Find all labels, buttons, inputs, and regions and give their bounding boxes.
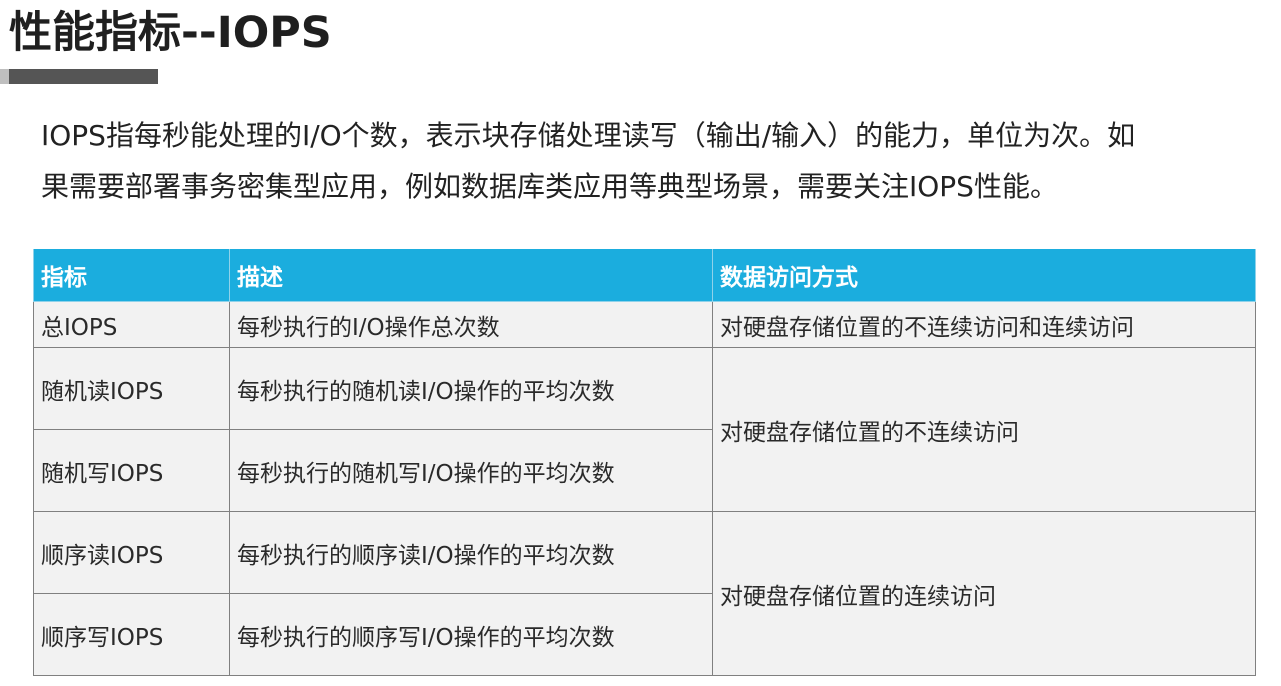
slide-title: 性能指标--IOPS — [9, 8, 332, 58]
description-cell: 每秒执行的随机写I/O操作的平均次数 — [229, 429, 713, 512]
access-cell: 对硬盘存储位置的不连续访问 — [712, 347, 1256, 512]
intro-paragraph: IOPS指每秒能处理的I/O个数，表示块存储处理读写（输出/输入）的能力，单位为… — [41, 110, 1261, 212]
access-cell: 对硬盘存储位置的连续访问 — [712, 511, 1256, 676]
iops-metrics-table: 指标 描述 数据访问方式 总IOPS 每秒执行的I/O操作总次数 对硬盘存储位置… — [33, 249, 1256, 676]
metric-cell: 总IOPS — [33, 301, 230, 348]
description-cell: 每秒执行的随机读I/O操作的平均次数 — [229, 347, 713, 430]
metric-cell: 随机写IOPS — [33, 429, 230, 512]
metric-cell: 顺序写IOPS — [33, 593, 230, 676]
table-row: 顺序读IOPS 每秒执行的顺序读I/O操作的平均次数 对硬盘存储位置的连续访问 — [33, 511, 1256, 676]
header-access-method: 数据访问方式 — [712, 249, 1256, 302]
metric-cell: 随机读IOPS — [33, 347, 230, 430]
table-header-row: 指标 描述 数据访问方式 — [33, 249, 1256, 302]
intro-line-2: 果需要部署事务密集型应用，例如数据库类应用等典型场景，需要关注IOPS性能。 — [41, 170, 1058, 203]
access-cell: 对硬盘存储位置的不连续访问和连续访问 — [712, 301, 1256, 348]
metric-cell: 顺序读IOPS — [33, 511, 230, 594]
description-cell: 每秒执行的顺序读I/O操作的平均次数 — [229, 511, 713, 594]
intro-line-1: IOPS指每秒能处理的I/O个数，表示块存储处理读写（输出/输入）的能力，单位为… — [41, 119, 1136, 152]
header-metric: 指标 — [33, 249, 230, 302]
header-description: 描述 — [229, 249, 713, 302]
description-cell: 每秒执行的顺序写I/O操作的平均次数 — [229, 593, 713, 676]
description-cell: 每秒执行的I/O操作总次数 — [229, 301, 713, 348]
table-row: 随机读IOPS 每秒执行的随机读I/O操作的平均次数 对硬盘存储位置的不连续访问 — [33, 347, 1256, 512]
table-row: 总IOPS 每秒执行的I/O操作总次数 对硬盘存储位置的不连续访问和连续访问 — [33, 301, 1256, 348]
title-underline-bar — [0, 69, 158, 84]
